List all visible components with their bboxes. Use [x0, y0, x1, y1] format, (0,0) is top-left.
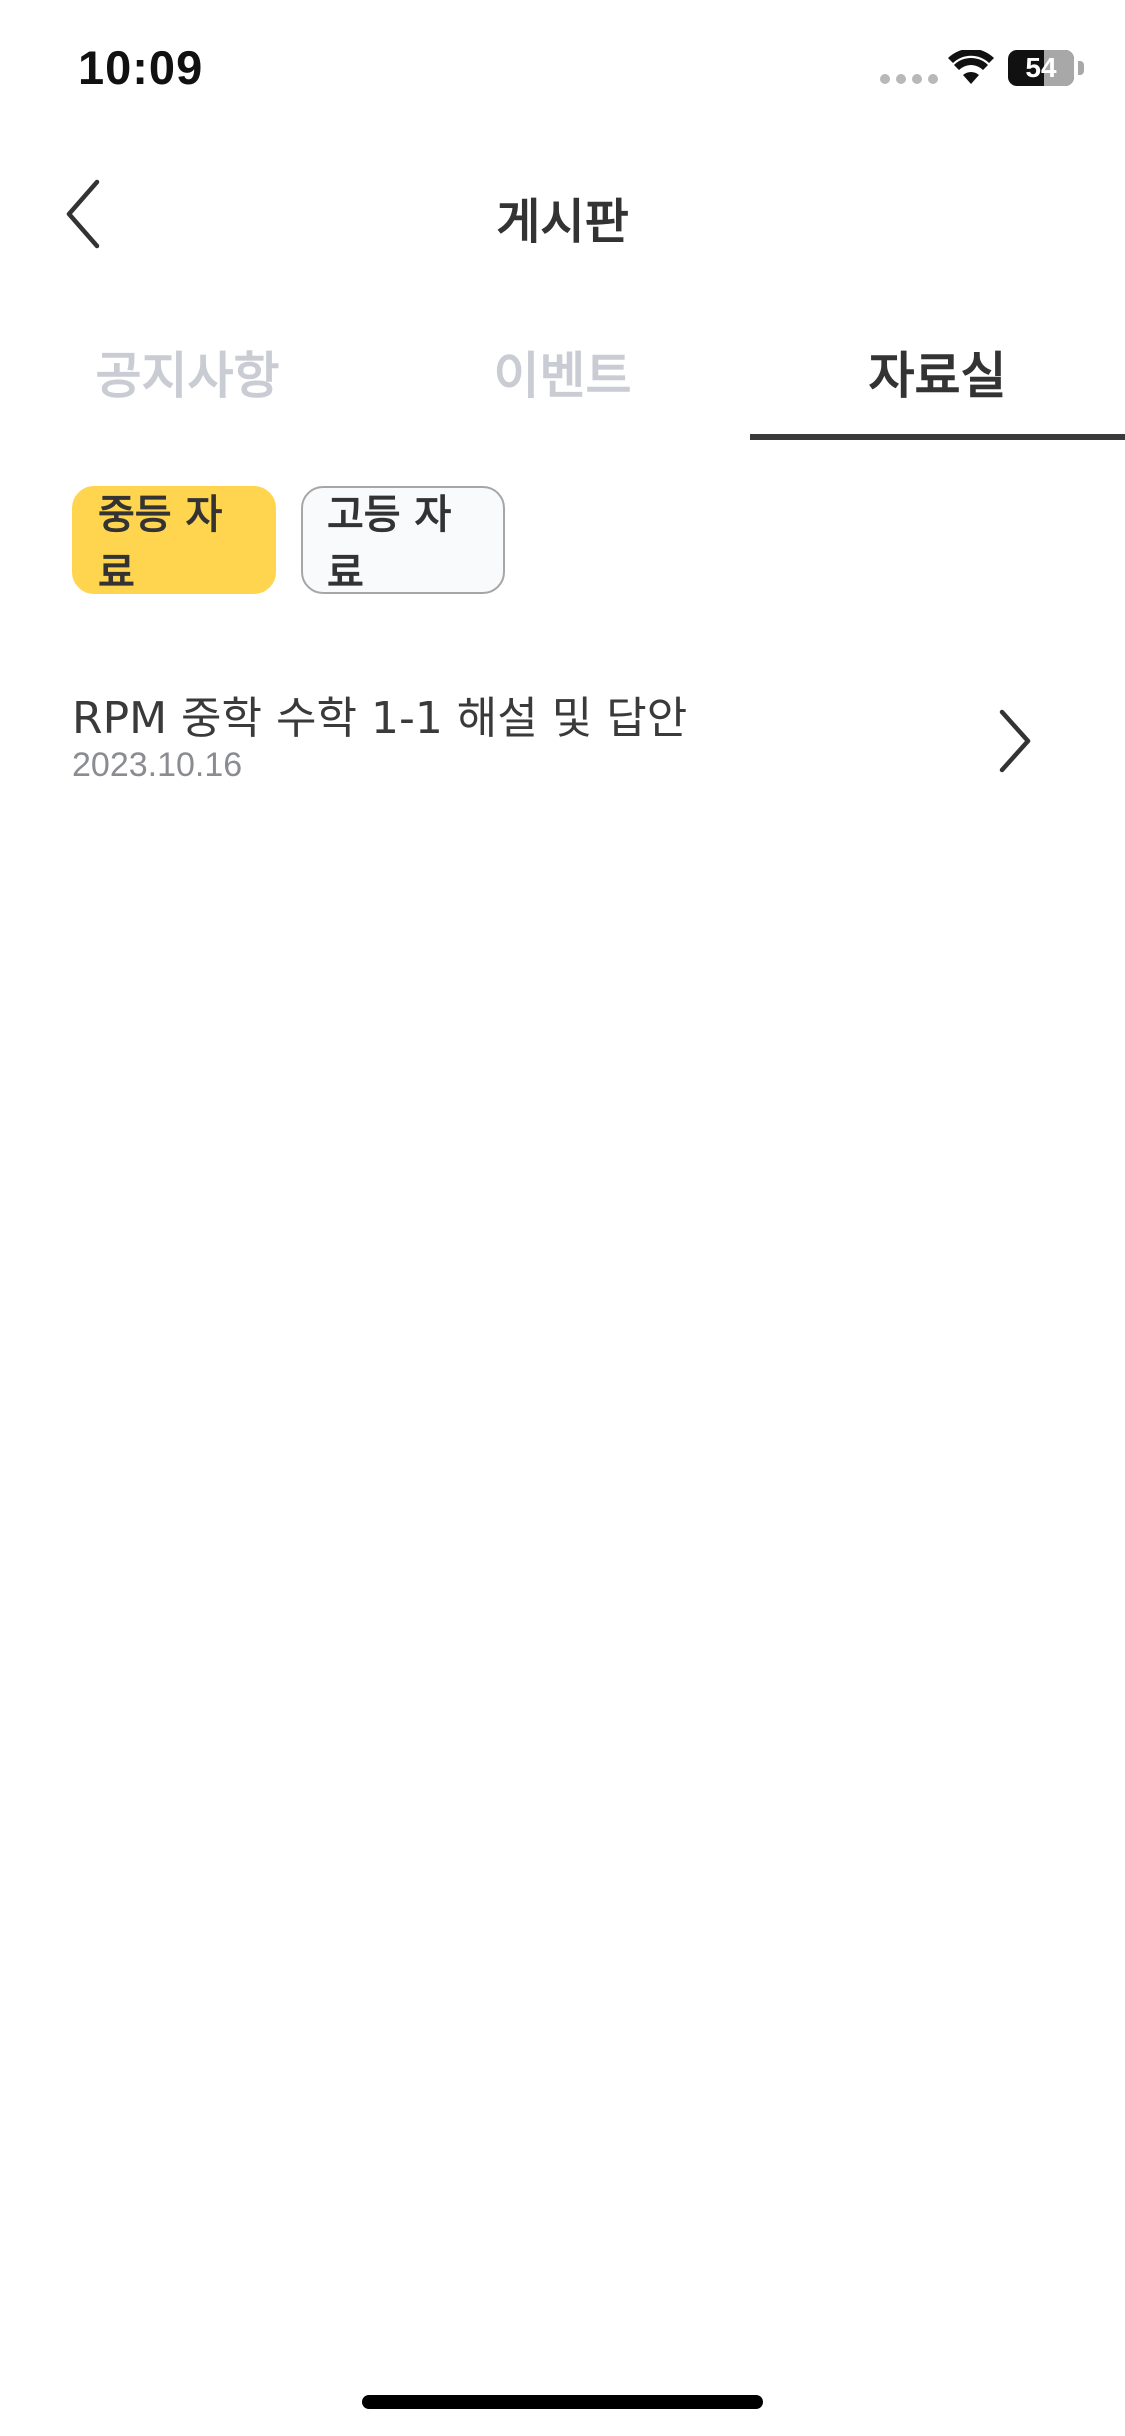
signal-dots-icon	[880, 74, 938, 84]
battery-level: 54	[1025, 52, 1057, 83]
tab-event[interactable]: 이벤트	[375, 310, 750, 440]
filter-high-school-button[interactable]: 고등 자료	[301, 486, 505, 596]
battery-icon: 54	[1008, 50, 1074, 86]
wifi-icon	[948, 50, 994, 84]
page-title: 게시판	[496, 194, 629, 250]
tab-notice[interactable]: 공지사항	[0, 310, 375, 440]
home-indicator[interactable]	[362, 2395, 763, 2409]
status-time: 10:09	[78, 41, 204, 94]
tab-bar: 공지사항 이벤트 자료실	[0, 310, 1125, 440]
chevron-right-icon	[999, 709, 1031, 773]
tab-archive[interactable]: 자료실	[750, 310, 1125, 440]
filter-chips: 중등 자료 고등 자료	[72, 486, 505, 596]
header: 게시판	[0, 160, 1125, 265]
list-item[interactable]: RPM 중학 수학 1-1 해설 및 답안 2023.10.16	[0, 660, 1125, 820]
status-bar: 10:09 54	[0, 0, 1125, 140]
list-item-title: RPM 중학 수학 1-1 해설 및 답안	[72, 693, 688, 744]
filter-middle-school-button[interactable]: 중등 자료	[72, 486, 276, 596]
list-item-date: 2023.10.16	[72, 746, 243, 784]
battery-cap	[1078, 61, 1084, 75]
